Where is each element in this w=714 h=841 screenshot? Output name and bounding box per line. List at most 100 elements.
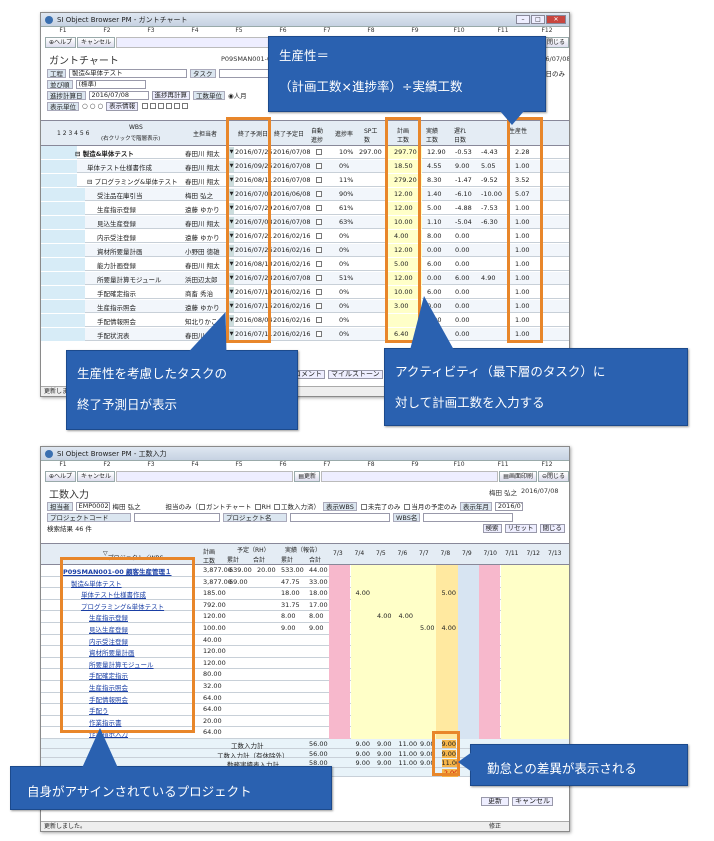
actual-total: 18.00 — [309, 589, 328, 598]
auto-progress-checkbox[interactable] — [316, 303, 322, 309]
fkey-label: F4 — [191, 461, 199, 468]
day-hours-input[interactable]: 5.00 — [420, 624, 434, 632]
gantt-row[interactable]: ⊟ プログラミング&単体テスト 春田川 翔太 ▼ 2016/08/11 2016/07/… — [41, 174, 569, 187]
cancel-button[interactable]: キャンセル — [77, 471, 116, 482]
progress-rate: 0% — [339, 316, 350, 324]
display-month-input[interactable]: 2016/07 — [494, 501, 523, 511]
level-selectors[interactable]: 1 2 3 4 5 6 — [57, 130, 89, 137]
extra-value: 5.05 — [481, 162, 496, 170]
help-button[interactable]: ⊕ヘルプ — [45, 37, 77, 48]
gantt-row[interactable]: 内示受注登録 遠藤 ゆかり ▼ 2016/07/21 2016/02/16 0% 4.00 8… — [41, 230, 569, 243]
sunday-cell — [458, 634, 479, 647]
plan-value: 40.00 — [203, 635, 222, 644]
day-hours-input[interactable]: 4.00 — [442, 624, 456, 632]
close-search-button[interactable]: 閉じる — [539, 523, 565, 533]
row-indent — [41, 174, 77, 187]
display-unit-radios[interactable]: ○ ○ ○ — [82, 102, 103, 110]
progress-date-input[interactable]: 2016/07/08 — [88, 90, 149, 100]
progress-rate: 0% — [339, 260, 350, 268]
col-actual-total: 合計 — [309, 557, 322, 564]
reset-button[interactable]: リセット — [504, 523, 537, 533]
auto-progress-checkbox[interactable] — [316, 275, 322, 281]
display-info-button[interactable]: 表示情報 — [106, 101, 139, 111]
incomplete-only-check[interactable]: 未完了のみ — [360, 501, 400, 511]
col-plan-rh: 予定（RH） — [237, 547, 270, 554]
milestone-button[interactable]: マイルストーン — [328, 370, 383, 379]
auto-progress-checkbox[interactable] — [316, 191, 322, 197]
owner-name: 遠藤 ゆかり — [185, 234, 220, 242]
project-name-input[interactable] — [290, 512, 390, 522]
minimize-button[interactable]: – — [516, 15, 530, 24]
recalc-button[interactable]: 進捗再計算 — [151, 90, 190, 100]
gantt-row[interactable]: 手配状況表 春田川 翔太 ▼ 2016/07/11 2016/02/16 0% 6.40 0.… — [41, 328, 569, 341]
col-rate: 進捗率 — [335, 131, 354, 138]
process-select[interactable]: 製造&単体テスト — [69, 68, 187, 78]
auto-progress-checkbox[interactable] — [316, 205, 322, 211]
extra-value: -10.00 — [481, 190, 502, 198]
gantt-row[interactable]: 手配情報照会 知北りかこ ▼ 2016/08/04 2016/02/16 0% 0.00 0.… — [41, 314, 569, 327]
gantt-row[interactable]: 所要量計算モジュール 浜田辺太郎 ▼ 2016/07/28 2016/07/08 51% 1… — [41, 272, 569, 285]
col-actual-cumulative: 累計 — [281, 557, 294, 564]
update-bottom-button[interactable]: 更新 — [481, 797, 509, 806]
page-title: 工数入力 — [49, 490, 89, 501]
gantt-row[interactable]: 生産指示登録 遠藤 ゆかり ▼ 2016/07/29 2016/07/08 61% 12.0… — [41, 202, 569, 215]
auto-progress-checkbox[interactable] — [316, 149, 322, 155]
owner-name: 春田川 翔太 — [185, 220, 220, 228]
weekday-cells — [501, 646, 569, 658]
display-checkboxes[interactable] — [141, 102, 189, 110]
gantt-row[interactable]: 資材所要量計画 小野田 徳雄 ▼ 2016/07/26 2016/02/16 0% 12.0… — [41, 244, 569, 257]
cancel-button[interactable]: キャンセル — [77, 37, 116, 48]
auto-progress-checkbox[interactable] — [316, 289, 322, 295]
auto-progress-checkbox[interactable] — [316, 317, 322, 323]
row-indent — [41, 160, 77, 173]
gantt-row[interactable]: ⊟ 製造&単体テスト 春田川 翔太 ▼ 2016/07/25 2016/07/08 10%… — [41, 146, 569, 159]
day-hours-input[interactable]: 4.00 — [356, 589, 370, 597]
close-button[interactable]: 閉じる — [542, 37, 569, 48]
plan-value: 64.00 — [203, 705, 222, 714]
month-plan-only-check[interactable]: 当月の予定のみ — [403, 501, 457, 511]
auto-progress-checkbox[interactable] — [316, 233, 322, 239]
close-window-button[interactable]: ✕ — [546, 15, 566, 24]
maximize-button[interactable]: □ — [531, 15, 545, 24]
gantt-row[interactable]: 受注品在庫引当 梅田 弘之 ▼ 2016/07/08 2016/06/08 90% 12.0… — [41, 188, 569, 201]
wbs-name-input[interactable] — [423, 512, 514, 522]
update-button[interactable]: ▤更新 — [294, 471, 321, 482]
weekday-cells — [501, 576, 569, 589]
auto-progress-checkbox[interactable] — [316, 163, 322, 169]
gantt-row[interactable]: 能力計画登録 春田川 翔太 ▼ 2016/08/10 2016/02/16 0% 5.00 6… — [41, 258, 569, 271]
auto-progress-checkbox[interactable] — [316, 219, 322, 225]
auto-progress-checkbox[interactable] — [316, 261, 322, 267]
weekday-cells — [501, 704, 569, 716]
only-assigned-check[interactable]: 担当のみ（ ガントチャート RH 工数入力済） — [166, 501, 321, 511]
search-button[interactable]: 検索 — [482, 523, 502, 533]
actual-cumulative: 31.75 — [281, 600, 300, 609]
gantt-row[interactable]: 手配確定指示 商畜 秀治 ▼ 2016/07/19 2016/02/16 0% 10.00 6… — [41, 286, 569, 299]
unit-radio[interactable]: ◉人月 — [228, 90, 247, 100]
auto-progress-checkbox[interactable] — [316, 247, 322, 253]
sunday-cell — [329, 692, 350, 705]
day-hours-input[interactable]: 5.00 — [442, 589, 456, 597]
gantt-row[interactable]: 生産指示照会 遠藤 ゆかり ▼ 2016/07/15 2016/02/16 0% 3.00 0… — [41, 300, 569, 313]
sort-select[interactable]: (標準) — [75, 79, 146, 89]
sunday-cell — [329, 669, 350, 681]
today-cell — [436, 657, 458, 670]
project-code-input[interactable] — [134, 512, 220, 522]
day-hours-input[interactable]: 4.00 — [377, 612, 391, 620]
gantt-row[interactable]: 見込生産登録 春田川 翔太 ▼ 2016/07/08 2016/07/08 63% 10.0… — [41, 216, 569, 229]
day-hours-input[interactable]: 4.00 — [399, 612, 413, 620]
close-button[interactable]: ⊖閉じる — [537, 471, 569, 482]
auto-progress-checkbox[interactable] — [316, 177, 322, 183]
cancel-bottom-button[interactable]: キャンセル — [512, 797, 553, 806]
project-name-label: プロジェクト名 — [223, 512, 287, 522]
actual-cumulative: 8.00 — [281, 612, 296, 621]
sunday-cell — [329, 576, 350, 589]
screen-print-button[interactable]: ▤画面印刷 — [499, 471, 537, 482]
help-button[interactable]: ⊕ヘルプ — [45, 471, 77, 482]
auto-progress-checkbox[interactable] — [316, 331, 322, 337]
sunday-cell — [458, 657, 479, 670]
plan-value: 100.00 — [203, 624, 226, 632]
owner-code-input[interactable]: EMP0002 — [75, 501, 110, 511]
delay-value: 9.00 — [455, 162, 470, 170]
delay-value: -5.04 — [455, 218, 472, 226]
gantt-row[interactable]: 単体テスト仕様書作成 春田川 翔太 ▼ 2016/09/25 2016/07/08 0% 1… — [41, 160, 569, 173]
